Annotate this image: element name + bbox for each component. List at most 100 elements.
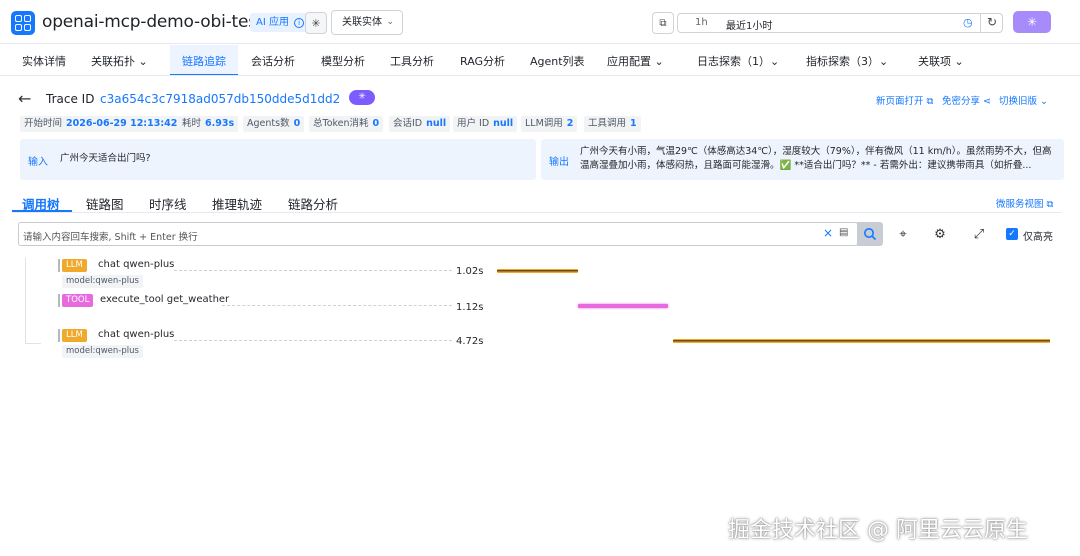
ai-badge-label: AI 应用 — [256, 17, 289, 28]
open-new-label: 新页面打开 — [876, 96, 924, 107]
tree-guide-branch — [25, 343, 41, 344]
gear-icon[interactable]: ⚙ — [932, 226, 948, 242]
output-text-line1: 广州今天有小雨，气温29℃（体感高达34℃），湿度较大（79%），伴有微风（11… — [580, 146, 1052, 157]
span-name[interactable]: execute_tool get_weather — [100, 294, 229, 305]
span-timeline-bar[interactable] — [497, 269, 579, 273]
tree-guide-line — [25, 258, 26, 344]
external-link-icon: ⧉ — [926, 96, 934, 107]
trace-id-value: c3a654c3c7918ad057db150dde5d1dd2 — [100, 92, 341, 106]
tab-link-graph[interactable]: 链路图 — [86, 194, 124, 213]
time-range-label: 最近1小时 — [726, 21, 773, 32]
span-duration: 1.12s — [456, 302, 484, 313]
microservice-view-link[interactable]: 微服务视图 ⧉ — [996, 196, 1053, 210]
stat-value: 2026-06-29 12:13:42 — [66, 118, 178, 129]
model-chip: model:qwen-plus — [62, 345, 143, 358]
input-label: 输入 — [28, 157, 48, 168]
span-kind-tag: LLM — [62, 259, 87, 272]
ai-assistant-button[interactable]: ✳ — [1013, 11, 1051, 33]
ai-app-badge: AI 应用 i — [250, 13, 311, 32]
model-chip: model:qwen-plus — [62, 275, 143, 288]
nav-item-topology[interactable]: 关联拓扑 ⌄ — [91, 53, 148, 69]
stat-user-id: 用户 ID null — [453, 116, 518, 132]
search-button[interactable] — [857, 222, 883, 246]
tab-trace-analysis[interactable]: 链路分析 — [288, 194, 338, 213]
nav-item-metric-explore[interactable]: 指标探索（3）⌄ — [806, 53, 888, 69]
time-range-picker[interactable]: 1h 最近1小时 ◷ ↻ — [677, 13, 1003, 33]
sparkle-icon: ✳ — [311, 16, 321, 30]
locate-icon[interactable]: ⌖ — [895, 226, 911, 242]
stat-label: Agents数 — [247, 118, 290, 129]
sparkle-button[interactable]: ✳ — [305, 12, 327, 34]
stat-label: 用户 ID — [457, 118, 490, 129]
output-box: 输出 广州今天有小雨，气温29℃（体感高达34℃），湿度较大（79%），伴有微风… — [541, 139, 1064, 180]
entity-select[interactable]: 关联实体 ⌄ — [331, 10, 403, 35]
entity-select-label: 关联实体 — [342, 17, 382, 28]
chevron-down-icon: ⌄ — [654, 55, 664, 68]
search-placeholder: 请输入内容回车搜索, Shift + Enter 换行 — [23, 232, 198, 243]
stat-llm-calls: LLM调用 2 — [521, 116, 578, 132]
clock-icon[interactable]: ◷ — [963, 16, 973, 29]
external-open-button[interactable]: ⧉ — [652, 12, 674, 34]
span-timeline-bar[interactable] — [578, 304, 668, 308]
nav-item-app-config[interactable]: 应用配置 ⌄ — [607, 53, 664, 69]
span-kind-tag: TOOL — [62, 294, 94, 307]
stat-agents: Agents数 0 — [243, 116, 305, 132]
nav-item-entity-detail[interactable]: 实体详情 — [22, 53, 66, 69]
share-icon: ⋖ — [983, 96, 992, 107]
tab-timeline[interactable]: 时序线 — [149, 194, 187, 213]
span-name[interactable]: chat qwen-plus — [98, 329, 174, 340]
stat-label: LLM调用 — [525, 118, 563, 129]
expand-icon[interactable]: ⤢ — [971, 226, 987, 242]
stat-session-id: 会话ID null — [389, 116, 451, 132]
tab-active-indicator — [12, 210, 72, 212]
span-leader-line — [174, 340, 452, 341]
switch-old-version-link[interactable]: 切换旧版 ⌄ — [999, 93, 1048, 107]
highlight-only-label: 仅高亮 — [1023, 232, 1053, 243]
stat-value: 6.93s — [205, 118, 235, 129]
clear-icon[interactable]: × — [823, 226, 833, 240]
microservice-view-label: 微服务视图 — [996, 199, 1044, 210]
trace-id-label: Trace ID — [46, 92, 95, 106]
span-leader-line — [174, 270, 452, 271]
external-link-icon: ⧉ — [659, 17, 667, 29]
trace-search-input[interactable]: 请输入内容回车搜索, Shift + Enter 换行 × ▤ — [18, 222, 858, 246]
app-grid-icon[interactable] — [11, 11, 35, 35]
span-leader-line — [222, 305, 452, 306]
span-duration: 4.72s — [456, 336, 484, 347]
chevron-down-icon: ⌄ — [954, 55, 964, 68]
nav-item-tool-analysis[interactable]: 工具分析 — [390, 53, 434, 69]
sparkle-icon: ✳ — [358, 92, 366, 102]
back-arrow-icon[interactable]: ← — [18, 89, 31, 108]
refresh-icon[interactable]: ↻ — [987, 15, 997, 29]
output-text-line2: 温高湿叠加小雨，体感闷热，且路面可能湿滑。✅ **适合出门吗？** - 若需外出… — [580, 160, 1032, 171]
span-name[interactable]: chat qwen-plus — [98, 259, 174, 270]
share-link[interactable]: 免密分享 ⋖ — [942, 93, 991, 107]
time-short-label: 1h — [695, 17, 708, 28]
top-header: openai-mcp-demo-obi-test2 AI 应用 i ✳ 关联实体… — [0, 0, 1080, 44]
stat-label: 总Token消耗 — [313, 118, 369, 129]
output-label: 输出 — [549, 157, 569, 168]
nav-item-label: 关联拓扑 — [91, 55, 135, 68]
document-icon[interactable]: ▤ — [839, 227, 848, 238]
nav-item-label: 关联项 — [918, 55, 951, 68]
nav-item-trace[interactable]: 链路追踪 — [182, 53, 226, 69]
span-timeline-bar[interactable] — [673, 339, 1050, 343]
nav-item-session-analysis[interactable]: 会话分析 — [251, 53, 295, 69]
highlight-only-checkbox[interactable]: ✓ — [1006, 228, 1018, 240]
nav-item-agent-list[interactable]: Agent列表 — [530, 53, 585, 69]
stat-value: 0 — [372, 118, 380, 129]
nav-item-rag-analysis[interactable]: RAG分析 — [460, 53, 505, 69]
nav-item-model-analysis[interactable]: 模型分析 — [321, 53, 365, 69]
stat-value: 1 — [630, 118, 637, 129]
tab-reasoning[interactable]: 推理轨迹 — [212, 194, 262, 213]
chevron-down-icon: ⌄ — [879, 55, 889, 68]
open-new-page-link[interactable]: 新页面打开 ⧉ — [876, 93, 933, 107]
external-link-icon: ⧉ — [1046, 199, 1054, 210]
trace-ai-button[interactable]: ✳ — [349, 90, 375, 105]
stat-label: 会话ID — [393, 118, 423, 129]
stat-start-time: 开始时间 2026-06-29 12:13:42 — [20, 116, 182, 132]
stat-label: 工具调用 — [588, 118, 627, 129]
nav-item-log-explore[interactable]: 日志探索（1）⌄ — [697, 53, 779, 69]
tab-divider — [12, 212, 1062, 213]
nav-item-related[interactable]: 关联项 ⌄ — [918, 53, 964, 69]
